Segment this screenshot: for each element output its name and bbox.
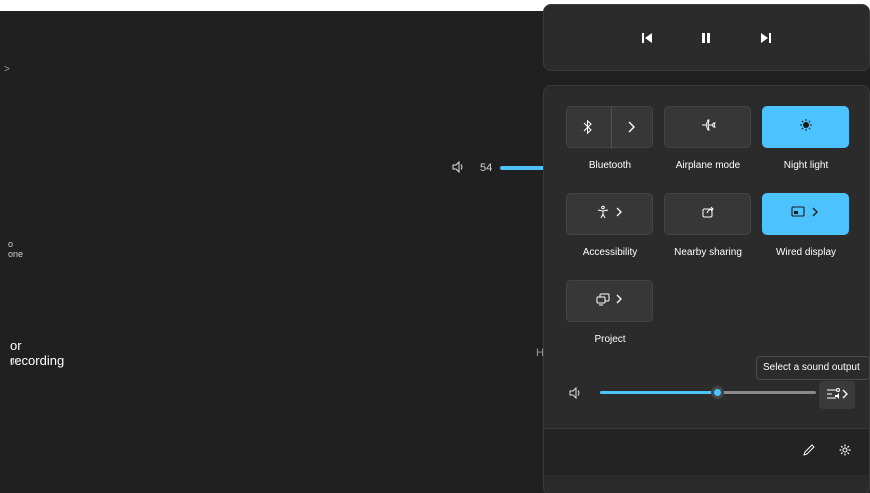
airplane-mode-tile[interactable] [664,106,751,148]
bluetooth-icon[interactable] [581,119,595,140]
wired-display-tile[interactable] [762,193,849,235]
volume-slider[interactable] [600,386,816,399]
chevron-right-icon[interactable] [810,205,820,224]
row-fragment-text: o one [8,239,24,259]
airplane-icon [700,117,716,138]
speaker-icon[interactable] [568,386,582,405]
pause-icon[interactable] [697,29,715,47]
pencil-icon[interactable] [800,441,818,459]
bluetooth-tile[interactable] [566,106,653,149]
night-light-label: Night light [783,160,829,171]
accessibility-tile[interactable] [566,193,653,235]
volume-slider-fill [600,391,717,394]
cast-icon [791,205,805,223]
night-light-tile[interactable] [762,106,849,148]
chevron-right-icon[interactable] [625,119,637,140]
gear-icon[interactable] [836,441,854,459]
row-subtitle: gs [10,356,19,365]
quick-settings-footer [544,429,869,475]
select-sound-output-button[interactable] [819,381,855,409]
project-tile[interactable] [566,280,653,322]
volume-value: 54 [480,162,493,174]
media-controls-panel [543,4,870,71]
project-icon [596,292,610,311]
tile-divider [611,107,612,149]
nearby-sharing-label: Nearby sharing [674,247,742,258]
airplane-mode-label: Airplane mode [675,160,741,171]
sound-output-tooltip: Select a sound output [756,356,870,380]
bluetooth-label: Bluetooth [588,160,632,171]
wired-display-label: Wired display [775,247,837,258]
chevron-right-icon[interactable] [614,205,624,224]
accessibility-icon [596,205,610,224]
sound-output-icon [826,386,848,405]
accessibility-label: Accessibility [582,247,638,258]
night-light-icon [799,118,813,137]
volume-level-bar[interactable] [500,166,548,170]
next-track-icon[interactable] [757,29,775,47]
nearby-sharing-tile[interactable] [664,193,751,235]
volume-slider-thumb[interactable] [711,386,724,399]
project-label: Project [594,334,626,345]
row-fragment-text: > [4,64,10,75]
speaker-icon [452,160,463,174]
share-icon [701,205,715,224]
chevron-right-icon[interactable] [614,292,624,311]
previous-track-icon[interactable] [638,29,656,47]
